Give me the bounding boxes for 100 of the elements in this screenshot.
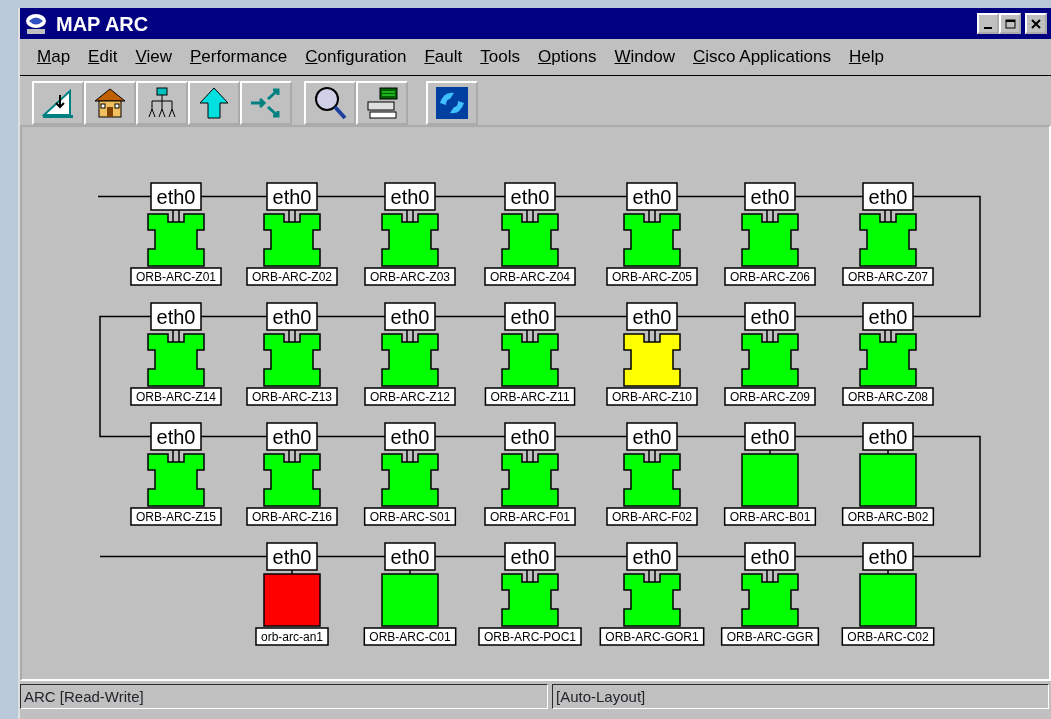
node-label: ORB-ARC-S01	[363, 507, 457, 526]
node-label: ORB-ARC-Z09	[724, 387, 816, 406]
interface-label: eth0	[862, 302, 914, 331]
router-icon[interactable]	[263, 449, 321, 507]
node-label: ORB-ARC-Z15	[130, 507, 222, 526]
router-icon[interactable]	[501, 449, 559, 507]
node-label: ORB-ARC-Z01	[130, 267, 222, 286]
interface-label: eth0	[862, 422, 914, 451]
swirl-icon	[434, 85, 470, 121]
router-icon[interactable]	[381, 329, 439, 387]
router-icon[interactable]	[147, 329, 205, 387]
toolbar-button[interactable]	[136, 81, 188, 125]
toolbar-button[interactable]	[426, 81, 478, 125]
node-square[interactable]	[263, 569, 321, 627]
node-square[interactable]	[381, 569, 439, 627]
router-icon[interactable]	[741, 569, 799, 627]
interface-label: eth0	[266, 542, 318, 571]
node-label: ORB-ARC-GGR	[720, 627, 820, 646]
toolbar-button[interactable]	[356, 81, 408, 125]
window-title: MAP ARC	[56, 11, 149, 37]
status-pane: ARC [Read-Write]	[20, 684, 548, 709]
up-arrow-icon	[196, 85, 232, 121]
interface-label: eth0	[744, 542, 796, 571]
node-label: orb-arc-an1	[255, 627, 329, 646]
interface-label: eth0	[266, 422, 318, 451]
interface-label: eth0	[384, 182, 436, 211]
router-icon[interactable]	[381, 449, 439, 507]
node-label: ORB-ARC-Z11	[484, 387, 576, 406]
router-icon[interactable]	[741, 209, 799, 267]
interface-label: eth0	[504, 182, 556, 211]
app-icon	[24, 12, 48, 35]
node-label: ORB-ARC-Z16	[246, 507, 338, 526]
router-icon[interactable]	[147, 209, 205, 267]
node-label: ORB-ARC-Z08	[842, 387, 934, 406]
node-label: ORB-ARC-C01	[363, 627, 457, 646]
menu-item[interactable]: Window	[605, 44, 684, 70]
router-icon[interactable]	[859, 329, 917, 387]
node-label: ORB-ARC-Z05	[606, 267, 698, 286]
router-icon[interactable]	[501, 569, 559, 627]
interface-label: eth0	[150, 182, 202, 211]
node-label: ORB-ARC-Z07	[842, 267, 934, 286]
router-icon[interactable]	[623, 449, 681, 507]
interface-label: eth0	[744, 302, 796, 331]
menu-item[interactable]: Performance	[180, 44, 297, 70]
router-icon[interactable]	[623, 329, 681, 387]
router-icon[interactable]	[623, 209, 681, 267]
menu-item[interactable]: Edit	[79, 44, 127, 70]
interface-label: eth0	[862, 542, 914, 571]
maximize-button[interactable]	[999, 13, 1021, 34]
router-icon[interactable]	[263, 329, 321, 387]
node-label: ORB-ARC-F02	[606, 507, 698, 526]
node-label: ORB-ARC-Z10	[606, 387, 698, 406]
toolbar-button[interactable]	[188, 81, 240, 125]
interface-label: eth0	[266, 302, 318, 331]
node-square[interactable]	[859, 449, 917, 507]
status-pane: [Auto-Layout]	[552, 684, 1049, 709]
menu-item[interactable]: Tools	[471, 44, 529, 70]
node-label: ORB-ARC-F01	[484, 507, 576, 526]
search-icon	[312, 85, 348, 121]
menu-item[interactable]: Cisco Applications	[684, 44, 840, 70]
router-icon[interactable]	[859, 209, 917, 267]
menu-item[interactable]: Map	[28, 44, 80, 70]
device-icon	[364, 85, 400, 121]
interface-label: eth0	[266, 182, 318, 211]
interface-label: eth0	[504, 302, 556, 331]
node-label: ORB-ARC-Z13	[246, 387, 338, 406]
node-square[interactable]	[859, 569, 917, 627]
toolbar-button[interactable]	[84, 81, 136, 125]
router-icon[interactable]	[623, 569, 681, 627]
interface-label: eth0	[626, 182, 678, 211]
interface-label: eth0	[626, 542, 678, 571]
interface-label: eth0	[626, 422, 678, 451]
menu-item[interactable]: Fault	[415, 44, 472, 70]
interface-label: eth0	[504, 422, 556, 451]
interface-label: eth0	[744, 422, 796, 451]
node-label: ORB-ARC-Z03	[364, 267, 456, 286]
node-label: ORB-ARC-GOR1	[599, 627, 705, 646]
router-icon[interactable]	[501, 209, 559, 267]
minimize-button[interactable]	[977, 13, 999, 34]
menu-item[interactable]: Configuration	[296, 44, 416, 70]
router-icon[interactable]	[147, 449, 205, 507]
close-icon	[1031, 18, 1041, 29]
toolbar-button[interactable]	[304, 81, 356, 125]
router-icon[interactable]	[741, 329, 799, 387]
interface-label: eth0	[384, 422, 436, 451]
close-button[interactable]	[1025, 13, 1047, 34]
interface-label: eth0	[744, 182, 796, 211]
menu-item[interactable]: View	[126, 44, 181, 70]
interface-label: eth0	[384, 542, 436, 571]
menu-item[interactable]: Options	[528, 44, 606, 70]
router-icon[interactable]	[263, 209, 321, 267]
menu-item[interactable]: Help	[839, 44, 893, 70]
router-icon[interactable]	[381, 209, 439, 267]
minimize-icon	[984, 26, 992, 29]
node-label: ORB-ARC-Z02	[246, 267, 338, 286]
interface-label: eth0	[626, 302, 678, 331]
interface-label: eth0	[150, 302, 202, 331]
router-icon[interactable]	[501, 329, 559, 387]
node-square[interactable]	[741, 449, 799, 507]
interface-label: eth0	[504, 542, 556, 571]
